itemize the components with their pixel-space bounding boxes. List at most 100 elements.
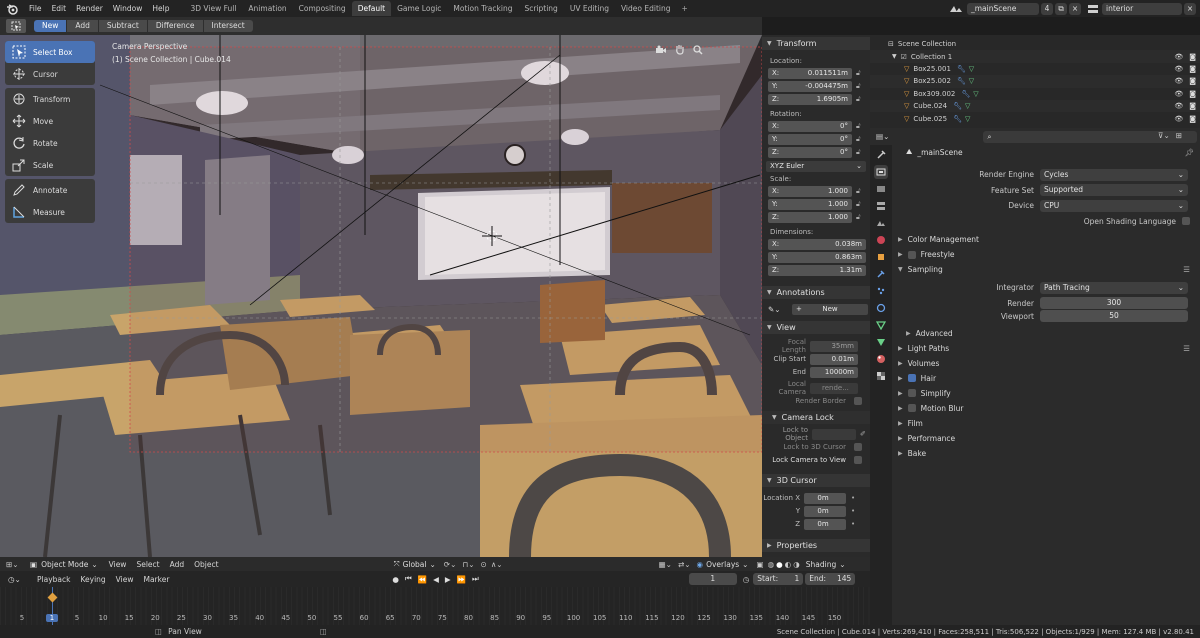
visibility-eye-icon[interactable]: 👁︎ [1174, 65, 1183, 73]
object-tab-icon[interactable] [874, 250, 888, 264]
add-workspace-button[interactable]: + [677, 4, 693, 13]
close-scene-icon[interactable]: × [1069, 2, 1081, 15]
menu-keying[interactable]: Keying [75, 575, 110, 584]
outliner-item[interactable]: ▽ Box25.001 🔧︎ ▽ 👁︎ ◙ [870, 63, 1200, 75]
object-mode-dropdown[interactable]: ▣ Object Mode ⌄ [30, 560, 98, 569]
scene-icon[interactable] [949, 4, 963, 14]
section-simplify[interactable]: ▶ Simplify [892, 386, 1200, 401]
menu-file[interactable]: File [24, 4, 47, 13]
shading-dropdown[interactable]: Shading ⌄ [806, 560, 846, 569]
menu-playback[interactable]: Playback [32, 575, 75, 584]
cursor-x-field[interactable]: 0m [804, 492, 846, 504]
tool-transform[interactable]: Transform [5, 88, 95, 110]
section-light-paths[interactable]: ▶ Light Paths ☰ [892, 341, 1200, 356]
play-reverse-icon[interactable]: ◀ [433, 575, 439, 584]
render-camera-icon[interactable]: ◙ [1189, 77, 1196, 85]
pin-icon[interactable]: 📌︎ [1184, 148, 1194, 157]
lock-icon[interactable]: 🔓︎ [856, 135, 866, 144]
location-x-field[interactable]: X: 0.011511m [768, 67, 852, 79]
menu-edit[interactable]: Edit [47, 4, 72, 13]
motion-blur-checkbox[interactable] [907, 404, 916, 412]
hair-checkbox[interactable] [907, 374, 916, 382]
view-layer-icon[interactable] [1087, 4, 1099, 14]
viewport-samples-field[interactable]: 50 [1040, 310, 1188, 322]
menu-marker[interactable]: Marker [138, 575, 174, 584]
section-motion-blur[interactable]: ▶ Motion Blur [892, 401, 1200, 416]
scale-x-field[interactable]: X: 1.000 [768, 185, 852, 197]
clip-end-field[interactable]: 10000m [810, 366, 858, 378]
close-view-layer-icon[interactable]: × [1184, 2, 1196, 15]
end-frame-field[interactable]: End: 145 [805, 573, 856, 585]
transform-orientation-dropdown[interactable]: ⤧ Global ⌄ [394, 559, 436, 569]
prev-keyframe-icon[interactable]: ⏪ [418, 575, 427, 584]
device-dropdown[interactable]: CPU ⌄ [1040, 199, 1188, 212]
freestyle-checkbox[interactable] [907, 250, 916, 259]
texture-tab-icon[interactable] [874, 369, 888, 383]
world-tab-icon[interactable] [874, 233, 888, 247]
lock-icon[interactable]: 🔓︎ [856, 200, 866, 209]
tool-scale[interactable]: Scale [5, 154, 95, 176]
properties-editor-icon[interactable]: ▤⌄ [876, 132, 889, 141]
render-tab-icon[interactable] [874, 165, 888, 179]
lock-icon[interactable]: 🔓︎ [856, 148, 866, 157]
pan-hand-icon[interactable] [675, 44, 685, 55]
current-frame-field[interactable]: 1 [688, 573, 737, 585]
dimensions-x-field[interactable]: X: 0.038m [768, 238, 866, 250]
lock-icon[interactable]: 🔓︎ [856, 187, 866, 196]
transform-panel-header[interactable]: ▼ Transform [762, 37, 870, 50]
tab-scripting[interactable]: Scripting [518, 1, 563, 16]
3d-viewport[interactable]: Camera Perspective (1) Scene Collection … [0, 35, 762, 557]
mode-difference-button[interactable]: Difference [147, 20, 203, 32]
cursor-z-field[interactable]: 0m [804, 518, 846, 530]
mode-intersect-button[interactable]: Intersect [203, 20, 253, 32]
presets-list-icon[interactable]: ☰ [1183, 265, 1190, 274]
output-tab-icon[interactable] [874, 182, 888, 196]
outliner-collection-1[interactable]: ▼ ☑ Collection 1 👁︎ ◙ [870, 50, 1200, 63]
snap-icon[interactable]: ⊓⌄ [462, 560, 474, 569]
properties-panel-header[interactable]: ▶ Properties [762, 539, 870, 552]
lock-to-cursor-checkbox[interactable] [854, 443, 862, 451]
tool-cursor[interactable]: Cursor [5, 63, 95, 85]
scene-name-field[interactable]: _mainScene [967, 2, 1039, 15]
clock-icon[interactable]: ◷ [743, 575, 750, 584]
render-camera-icon[interactable]: ◙ [1189, 53, 1196, 61]
tool-annotate[interactable]: Annotate [5, 179, 95, 201]
constraints-tab-icon[interactable] [874, 318, 888, 332]
outliner-item[interactable]: ▽ Box309.002 🔧︎ ▽ 👁︎ ◙ [870, 88, 1200, 100]
menu-view[interactable]: View [104, 560, 132, 569]
proportional-edit-icon[interactable]: ⊙ [481, 560, 487, 569]
section-freestyle[interactable]: ▶ Freestyle [892, 247, 1200, 262]
tab-motion-tracking[interactable]: Motion Tracking [447, 1, 518, 16]
visibility-eye-icon[interactable]: 👁︎ [1174, 102, 1183, 110]
outliner-item[interactable]: ▽ Box25.002 🔧︎ ▽ 👁︎ ◙ [870, 75, 1200, 88]
local-camera-field[interactable]: rende... [810, 382, 858, 394]
lock-to-object-field[interactable] [812, 428, 856, 440]
section-film[interactable]: ▶ Film [892, 416, 1200, 431]
lock-icon[interactable]: 🔓︎ [856, 122, 866, 131]
tab-uv-editing[interactable]: UV Editing [564, 1, 615, 16]
scene-users-count[interactable]: 4 [1041, 2, 1053, 15]
tool-select-box[interactable]: Select Box [5, 41, 95, 63]
annotations-new-button[interactable]: + New [792, 303, 868, 315]
physics-tab-icon[interactable] [874, 301, 888, 315]
section-volumes[interactable]: ▶ Volumes [892, 356, 1200, 371]
clip-start-field[interactable]: 0.01m [810, 353, 858, 365]
menu-add[interactable]: Add [165, 560, 190, 569]
rotation-z-field[interactable]: Z: 0° [768, 146, 852, 158]
filter-icon[interactable]: ⊽⌄ [1158, 131, 1170, 140]
scale-z-field[interactable]: Z: 1.000 [768, 211, 852, 223]
editor-type-icon[interactable]: ⊞⌄ [6, 560, 20, 569]
section-performance[interactable]: ▶ Performance [892, 431, 1200, 446]
material-tab-icon[interactable] [874, 352, 888, 366]
section-advanced[interactable]: ▶ Advanced [892, 326, 1200, 341]
mode-subtract-button[interactable]: Subtract [98, 20, 147, 32]
outliner-scene-collection[interactable]: ⊟ Scene Collection [870, 38, 1200, 50]
visibility-eye-icon[interactable]: 👁︎ [1174, 90, 1183, 98]
camera-view-icon[interactable] [655, 45, 667, 55]
menu-select[interactable]: Select [131, 560, 164, 569]
simplify-checkbox[interactable] [907, 389, 916, 397]
tab-3d-view-full[interactable]: 3D View Full [184, 1, 242, 16]
render-camera-icon[interactable]: ◙ [1189, 65, 1196, 73]
3d-cursor-panel-header[interactable]: ▼ 3D Cursor [762, 474, 870, 487]
tab-game-logic[interactable]: Game Logic [391, 1, 447, 16]
